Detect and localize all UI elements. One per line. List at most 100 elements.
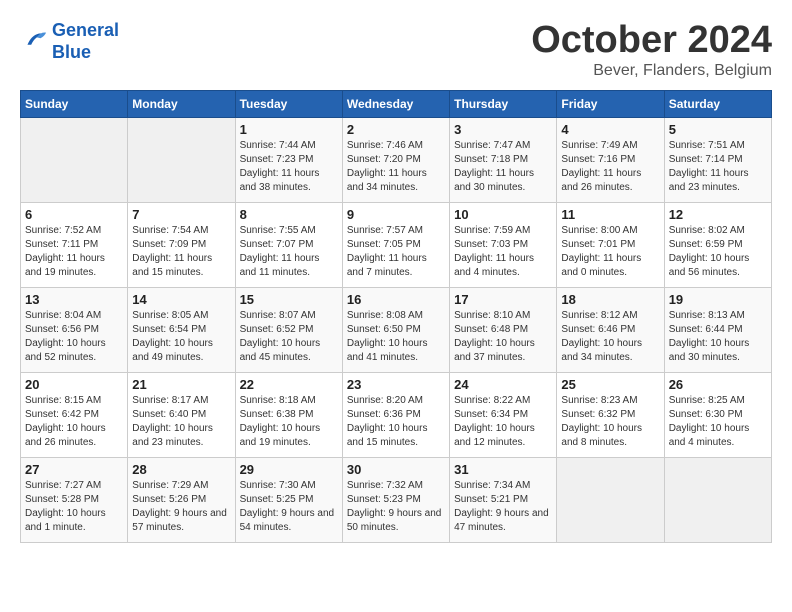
calendar-cell: [21, 117, 128, 202]
day-number: 13: [25, 292, 123, 307]
day-number: 24: [454, 377, 552, 392]
calendar-cell: 15 Sunrise: 8:07 AMSunset: 6:52 PMDayligh…: [235, 287, 342, 372]
day-info: Sunrise: 8:08 AMSunset: 6:50 PMDaylight:…: [347, 309, 445, 365]
logo-icon: [20, 28, 48, 56]
calendar-cell: 30Sunrise: 7:32 AMSunset: 5:23 PMDayligh…: [342, 457, 449, 542]
calendar-cell: 20 Sunrise: 8:15 AMSunset: 6:42 PMDayligh…: [21, 372, 128, 457]
day-info: Sunrise: 8:04 AMSunset: 6:56 PMDaylight:…: [25, 309, 123, 365]
day-info: Sunrise: 7:34 AMSunset: 5:21 PMDaylight:…: [454, 479, 552, 535]
day-number: 27: [25, 462, 123, 477]
title-section: October 2024 Bever, Flanders, Belgium: [531, 20, 772, 80]
day-number: 5: [669, 122, 767, 137]
day-number: 28: [132, 462, 230, 477]
day-header: Tuesday: [235, 90, 342, 117]
day-info: Sunrise: 8:13 AMSunset: 6:44 PMDaylight:…: [669, 309, 767, 365]
day-info: Sunrise: 7:54 AMSunset: 7:09 PMDaylight:…: [132, 224, 230, 280]
calendar-cell: [128, 117, 235, 202]
day-number: 20: [25, 377, 123, 392]
day-info: Sunrise: 7:55 AMSunset: 7:07 PMDaylight:…: [240, 224, 338, 280]
calendar-subtitle: Bever, Flanders, Belgium: [531, 62, 772, 80]
day-info: Sunrise: 7:47 AMSunset: 7:18 PMDaylight:…: [454, 139, 552, 195]
day-number: 29: [240, 462, 338, 477]
calendar-cell: 5 Sunrise: 7:51 AMSunset: 7:14 PMDaylight…: [664, 117, 771, 202]
day-info: Sunrise: 8:15 AMSunset: 6:42 PMDaylight:…: [25, 394, 123, 450]
day-number: 31: [454, 462, 552, 477]
day-number: 4: [561, 122, 659, 137]
calendar-cell: 2 Sunrise: 7:46 AMSunset: 7:20 PMDaylight…: [342, 117, 449, 202]
calendar-week-row: 20 Sunrise: 8:15 AMSunset: 6:42 PMDayligh…: [21, 372, 772, 457]
calendar-week-row: 13 Sunrise: 8:04 AMSunset: 6:56 PMDayligh…: [21, 287, 772, 372]
calendar-table: SundayMondayTuesdayWednesdayThursdayFrid…: [20, 90, 772, 543]
calendar-cell: 6 Sunrise: 7:52 AMSunset: 7:11 PMDaylight…: [21, 202, 128, 287]
day-header: Wednesday: [342, 90, 449, 117]
day-number: 21: [132, 377, 230, 392]
calendar-cell: 27Sunrise: 7:27 AMSunset: 5:28 PMDayligh…: [21, 457, 128, 542]
calendar-week-row: 1 Sunrise: 7:44 AMSunset: 7:23 PMDaylight…: [21, 117, 772, 202]
day-number: 9: [347, 207, 445, 222]
day-info: Sunrise: 8:17 AMSunset: 6:40 PMDaylight:…: [132, 394, 230, 450]
day-number: 1: [240, 122, 338, 137]
calendar-cell: 3 Sunrise: 7:47 AMSunset: 7:18 PMDaylight…: [450, 117, 557, 202]
header: General Blue October 2024 Bever, Flander…: [20, 20, 772, 80]
logo-text: General Blue: [52, 20, 119, 63]
calendar-cell: 24 Sunrise: 8:22 AMSunset: 6:34 PMDayligh…: [450, 372, 557, 457]
day-header: Saturday: [664, 90, 771, 117]
day-info: Sunrise: 7:44 AMSunset: 7:23 PMDaylight:…: [240, 139, 338, 195]
day-info: Sunrise: 8:22 AMSunset: 6:34 PMDaylight:…: [454, 394, 552, 450]
calendar-week-row: 27Sunrise: 7:27 AMSunset: 5:28 PMDayligh…: [21, 457, 772, 542]
day-number: 2: [347, 122, 445, 137]
day-number: 11: [561, 207, 659, 222]
calendar-cell: 8 Sunrise: 7:55 AMSunset: 7:07 PMDaylight…: [235, 202, 342, 287]
day-info: Sunrise: 7:49 AMSunset: 7:16 PMDaylight:…: [561, 139, 659, 195]
day-header: Monday: [128, 90, 235, 117]
calendar-cell: 21 Sunrise: 8:17 AMSunset: 6:40 PMDayligh…: [128, 372, 235, 457]
day-number: 15: [240, 292, 338, 307]
day-info: Sunrise: 7:51 AMSunset: 7:14 PMDaylight:…: [669, 139, 767, 195]
calendar-cell: 9 Sunrise: 7:57 AMSunset: 7:05 PMDaylight…: [342, 202, 449, 287]
day-info: Sunrise: 8:02 AMSunset: 6:59 PMDaylight:…: [669, 224, 767, 280]
day-info: Sunrise: 7:46 AMSunset: 7:20 PMDaylight:…: [347, 139, 445, 195]
day-number: 12: [669, 207, 767, 222]
calendar-cell: 18Sunrise: 8:12 AMSunset: 6:46 PMDayligh…: [557, 287, 664, 372]
day-info: Sunrise: 8:07 AMSunset: 6:52 PMDaylight:…: [240, 309, 338, 365]
day-info: Sunrise: 7:59 AMSunset: 7:03 PMDaylight:…: [454, 224, 552, 280]
day-number: 26: [669, 377, 767, 392]
day-info: Sunrise: 8:23 AMSunset: 6:32 PMDaylight:…: [561, 394, 659, 450]
calendar-cell: 28Sunrise: 7:29 AMSunset: 5:26 PMDayligh…: [128, 457, 235, 542]
header-row: SundayMondayTuesdayWednesdayThursdayFrid…: [21, 90, 772, 117]
day-header: Friday: [557, 90, 664, 117]
day-number: 16: [347, 292, 445, 307]
day-info: Sunrise: 8:05 AMSunset: 6:54 PMDaylight:…: [132, 309, 230, 365]
calendar-cell: 31 Sunrise: 7:34 AMSunset: 5:21 PMDayligh…: [450, 457, 557, 542]
day-number: 23: [347, 377, 445, 392]
day-info: Sunrise: 8:25 AMSunset: 6:30 PMDaylight:…: [669, 394, 767, 450]
calendar-cell: 7 Sunrise: 7:54 AMSunset: 7:09 PMDaylight…: [128, 202, 235, 287]
day-number: 8: [240, 207, 338, 222]
day-number: 10: [454, 207, 552, 222]
calendar-title: October 2024: [531, 20, 772, 62]
day-header: Thursday: [450, 90, 557, 117]
day-number: 6: [25, 207, 123, 222]
calendar-cell: 22Sunrise: 8:18 AMSunset: 6:38 PMDayligh…: [235, 372, 342, 457]
day-number: 3: [454, 122, 552, 137]
calendar-cell: 29Sunrise: 7:30 AMSunset: 5:25 PMDayligh…: [235, 457, 342, 542]
calendar-cell: 12 Sunrise: 8:02 AMSunset: 6:59 PMDayligh…: [664, 202, 771, 287]
calendar-week-row: 6 Sunrise: 7:52 AMSunset: 7:11 PMDaylight…: [21, 202, 772, 287]
calendar-cell: 14 Sunrise: 8:05 AMSunset: 6:54 PMDayligh…: [128, 287, 235, 372]
day-info: Sunrise: 8:20 AMSunset: 6:36 PMDaylight:…: [347, 394, 445, 450]
logo: General Blue: [20, 20, 119, 63]
day-number: 18: [561, 292, 659, 307]
day-info: Sunrise: 8:00 AMSunset: 7:01 PMDaylight:…: [561, 224, 659, 280]
day-number: 7: [132, 207, 230, 222]
calendar-cell: 13 Sunrise: 8:04 AMSunset: 6:56 PMDayligh…: [21, 287, 128, 372]
calendar-cell: 19Sunrise: 8:13 AMSunset: 6:44 PMDayligh…: [664, 287, 771, 372]
day-info: Sunrise: 7:57 AMSunset: 7:05 PMDaylight:…: [347, 224, 445, 280]
day-number: 14: [132, 292, 230, 307]
calendar-cell: 1 Sunrise: 7:44 AMSunset: 7:23 PMDaylight…: [235, 117, 342, 202]
calendar-cell: [557, 457, 664, 542]
day-info: Sunrise: 7:52 AMSunset: 7:11 PMDaylight:…: [25, 224, 123, 280]
calendar-cell: 25Sunrise: 8:23 AMSunset: 6:32 PMDayligh…: [557, 372, 664, 457]
calendar-cell: 17Sunrise: 8:10 AMSunset: 6:48 PMDayligh…: [450, 287, 557, 372]
day-number: 30: [347, 462, 445, 477]
day-header: Sunday: [21, 90, 128, 117]
